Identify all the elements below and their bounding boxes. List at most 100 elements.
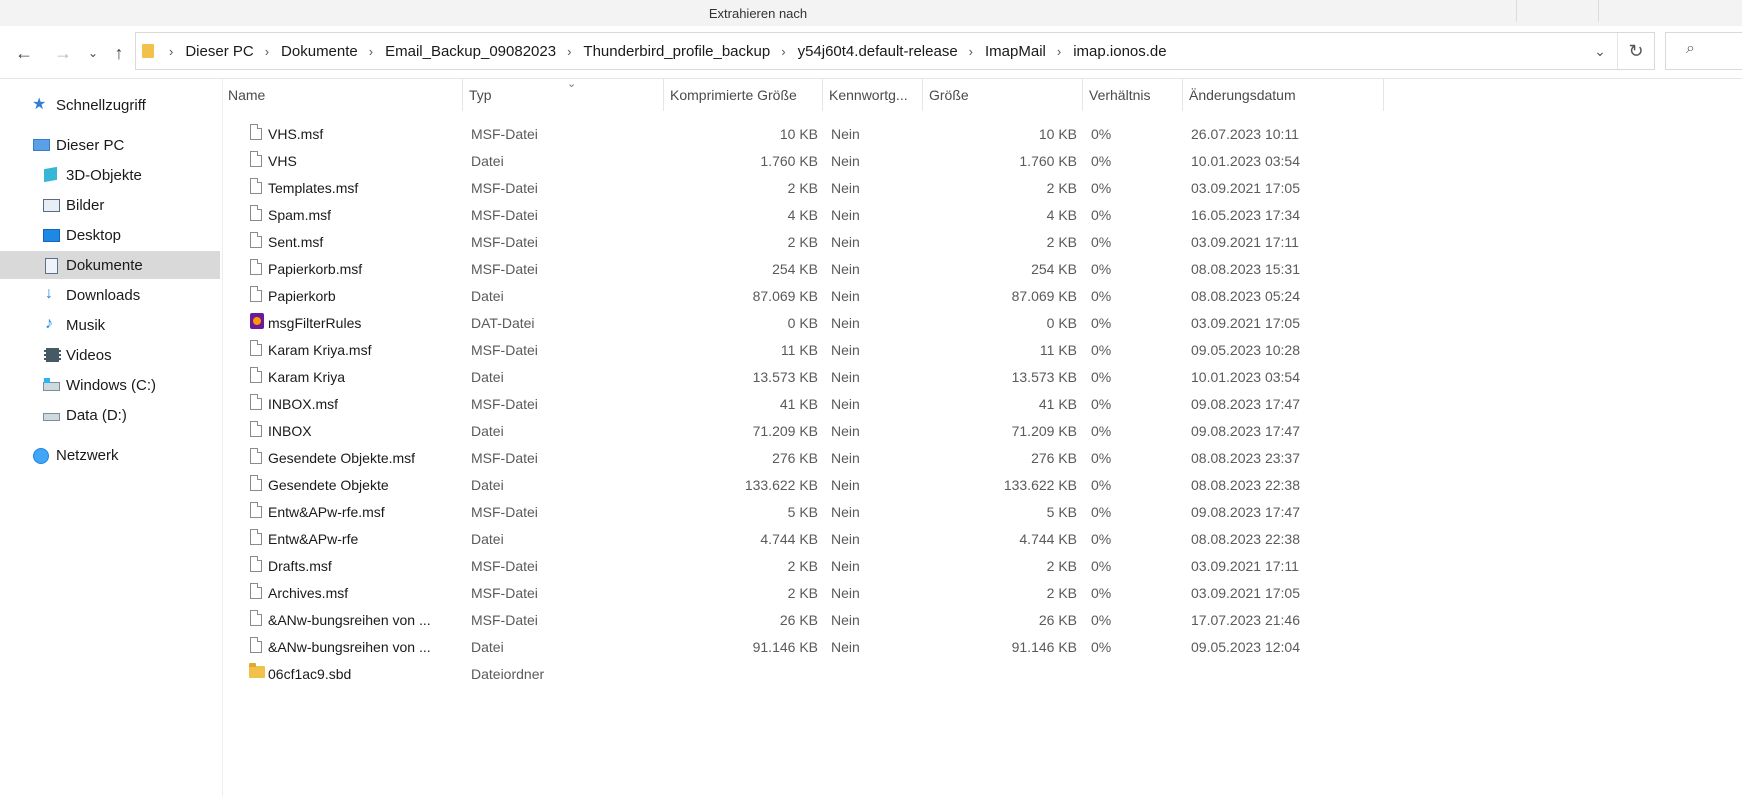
- file-ratio-cell: 0%: [1091, 476, 1112, 493]
- file-row[interactable]: Spam.msf MSF-Datei 4 KB Nein 4 KB 0% 16.05.202…: [222, 201, 1302, 228]
- file-icon: [250, 205, 262, 221]
- file-size-cell: 10 KB: [1038, 125, 1077, 142]
- sidebar-item-data-d[interactable]: Data (D:): [0, 401, 220, 429]
- chevron-right-icon[interactable]: ›: [969, 44, 973, 59]
- file-row[interactable]: Entw&APw-rfe.msf MSF-Datei 5 KB Nein 5 KB 0% 0…: [222, 498, 1302, 525]
- file-size-cell: 11 KB: [1039, 341, 1077, 358]
- refresh-button[interactable]: ↻: [1624, 39, 1648, 63]
- file-row[interactable]: msgFilterRules DAT-Datei 0 KB Nein 0 KB 0% 03.…: [222, 309, 1302, 336]
- file-ratio-cell: 0%: [1091, 368, 1112, 385]
- file-row[interactable]: Karam Kriya Datei 13.573 KB Nein 13.573 KB 0%…: [222, 363, 1302, 390]
- file-row[interactable]: Papierkorb.msf MSF-Datei 254 KB Nein 254 KB 0…: [222, 255, 1302, 282]
- file-size-cell: 2 KB: [1046, 584, 1077, 601]
- chevron-right-icon[interactable]: ›: [169, 44, 173, 59]
- sidebar-item-musik[interactable]: ♪ Musik: [0, 311, 220, 339]
- forward-button[interactable]: →: [50, 40, 76, 66]
- file-compressed-cell: 10 KB: [779, 125, 818, 142]
- sidebar-item-downloads[interactable]: ↓ Downloads: [0, 281, 220, 309]
- sidebar-item-netzwerk[interactable]: Netzwerk: [0, 441, 220, 469]
- address-dropdown-button[interactable]: ⌄: [1590, 41, 1610, 61]
- file-name-cell: Karam Kriya.msf: [268, 341, 372, 358]
- sidebar-item-schnellzugriff[interactable]: ★ Schnellzugriff: [0, 91, 220, 119]
- up-button[interactable]: ↑: [106, 40, 132, 66]
- sidebar-item-bilder[interactable]: Bilder: [0, 191, 220, 219]
- file-row[interactable]: Gesendete Objekte Datei 133.622 KB Nein 133.…: [222, 471, 1302, 498]
- chevron-right-icon[interactable]: ›: [265, 44, 269, 59]
- address-bar[interactable]: › Dieser PC › Dokumente › Email_Backup_090820…: [135, 32, 1655, 70]
- back-button[interactable]: ←: [11, 40, 37, 66]
- file-row[interactable]: VHS.msf MSF-Datei 10 KB Nein 10 KB 0% 26.07.20…: [222, 120, 1302, 147]
- file-row[interactable]: VHS Datei 1.760 KB Nein 1.760 KB 0% 10.01.2023…: [222, 147, 1302, 174]
- chevron-right-icon[interactable]: ›: [567, 44, 571, 59]
- file-compressed-cell: 4 KB: [787, 206, 818, 223]
- file-row[interactable]: Karam Kriya.msf MSF-Datei 11 KB Nein 11 KB 0%…: [222, 336, 1302, 363]
- breadcrumb-item[interactable]: Dieser PC: [185, 43, 253, 60]
- file-password-cell: Nein: [831, 476, 860, 493]
- file-row[interactable]: INBOX Datei 71.209 KB Nein 71.209 KB 0% 09.08.…: [222, 417, 1302, 444]
- file-ratio-cell: 0%: [1091, 152, 1112, 169]
- sidebar-item-dokumente[interactable]: Dokumente: [0, 251, 220, 279]
- breadcrumb-item[interactable]: imap.ionos.de: [1073, 43, 1166, 60]
- file-row[interactable]: Drafts.msf MSF-Datei 2 KB Nein 2 KB 0% 03.09.2…: [222, 552, 1302, 579]
- drive-icon: [42, 407, 60, 423]
- file-type-cell: MSF-Datei: [471, 557, 538, 574]
- file-name-cell: Karam Kriya: [268, 368, 346, 385]
- file-row[interactable]: Entw&APw-rfe Datei 4.744 KB Nein 4.744 KB 0% 0…: [222, 525, 1302, 552]
- search-input[interactable]: ⌕: [1665, 32, 1742, 70]
- file-row[interactable]: 06cf1ac9.sbd Dateiordner: [222, 660, 1302, 687]
- file-row[interactable]: &ANw-bungsreihen von ... Datei 91.146 KB Ne…: [222, 633, 1302, 660]
- file-compressed-cell: [652, 660, 818, 687]
- sidebar-item-desktop[interactable]: Desktop: [0, 221, 220, 249]
- chevron-right-icon[interactable]: ›: [781, 44, 785, 59]
- file-ratio-cell: 0%: [1091, 179, 1112, 196]
- ribbon-tab-extract[interactable]: Extrahieren nach: [0, 6, 1516, 21]
- file-password-cell: Nein: [831, 395, 860, 412]
- file-row[interactable]: Papierkorb Datei 87.069 KB Nein 87.069 KB 0% 0…: [222, 282, 1302, 309]
- file-icon: [250, 259, 262, 275]
- file-size-cell: 71.209 KB: [1011, 422, 1077, 439]
- file-ratio-cell: 0%: [1091, 395, 1112, 412]
- column-header-name[interactable]: Name: [222, 79, 463, 111]
- sidebar-item-windows-c[interactable]: Windows (C:): [0, 371, 220, 399]
- ribbon-bar: Extrahieren nach: [0, 0, 1742, 27]
- file-size-cell: 276 KB: [1031, 449, 1077, 466]
- file-type-cell: MSF-Datei: [471, 260, 538, 277]
- column-header-date[interactable]: Änderungsdatum: [1183, 79, 1384, 111]
- file-row[interactable]: Archives.msf MSF-Datei 2 KB Nein 2 KB 0% 03.09…: [222, 579, 1302, 606]
- sidebar-item-dieser-pc[interactable]: Dieser PC: [0, 131, 220, 159]
- breadcrumb-item[interactable]: ImapMail: [985, 43, 1046, 60]
- file-row[interactable]: &ANw-bungsreihen von ... MSF-Datei 26 KB Ne…: [222, 606, 1302, 633]
- sidebar-item-videos[interactable]: Videos: [0, 341, 220, 369]
- column-header-ratio[interactable]: Verhältnis: [1083, 79, 1183, 111]
- file-password-cell: Nein: [831, 422, 860, 439]
- file-type-cell: MSF-Datei: [471, 611, 538, 628]
- recent-locations-button[interactable]: ⌄: [80, 40, 106, 66]
- sidebar-item-3d-objekte[interactable]: 3D-Objekte: [0, 161, 220, 189]
- file-row[interactable]: INBOX.msf MSF-Datei 41 KB Nein 41 KB 0% 09.08.…: [222, 390, 1302, 417]
- file-row[interactable]: Templates.msf MSF-Datei 2 KB Nein 2 KB 0% 03.0…: [222, 174, 1302, 201]
- chevron-right-icon[interactable]: ›: [369, 44, 373, 59]
- navigation-pane: ★ Schnellzugriff Dieser PC 3D-Objekte Bi…: [0, 79, 223, 796]
- file-row[interactable]: Gesendete Objekte.msf MSF-Datei 276 KB Nein…: [222, 444, 1302, 471]
- column-header-password[interactable]: Kennwortg...: [823, 79, 923, 111]
- file-name-cell: VHS.msf: [268, 125, 324, 142]
- chevron-right-icon[interactable]: ›: [1057, 44, 1061, 59]
- file-ratio-cell: 0%: [1091, 233, 1112, 250]
- file-compressed-cell: 4.744 KB: [760, 530, 818, 547]
- column-header-type[interactable]: Typ: [463, 79, 664, 111]
- file-name-cell: Sent.msf: [268, 233, 324, 250]
- file-date-cell: 03.09.2021 17:05: [1191, 314, 1300, 331]
- dat-file-icon: [250, 313, 264, 329]
- breadcrumb-item[interactable]: Email_Backup_09082023: [385, 43, 556, 60]
- column-header-size[interactable]: Größe: [923, 79, 1083, 111]
- breadcrumb-item[interactable]: y54j60t4.default-release: [798, 43, 958, 60]
- file-row[interactable]: Sent.msf MSF-Datei 2 KB Nein 2 KB 0% 03.09.202…: [222, 228, 1302, 255]
- file-compressed-cell: 0 KB: [787, 314, 818, 331]
- file-name-cell: 06cf1ac9.sbd: [268, 665, 352, 682]
- file-date-cell: 17.07.2023 21:46: [1191, 611, 1300, 628]
- column-header-compressed-size[interactable]: Komprimierte Größe: [664, 79, 823, 111]
- download-icon: ↓: [45, 285, 53, 302]
- file-size-cell: 4 KB: [1046, 206, 1077, 223]
- breadcrumb-item[interactable]: Dokumente: [281, 43, 358, 60]
- breadcrumb-item[interactable]: Thunderbird_profile_backup: [583, 43, 770, 60]
